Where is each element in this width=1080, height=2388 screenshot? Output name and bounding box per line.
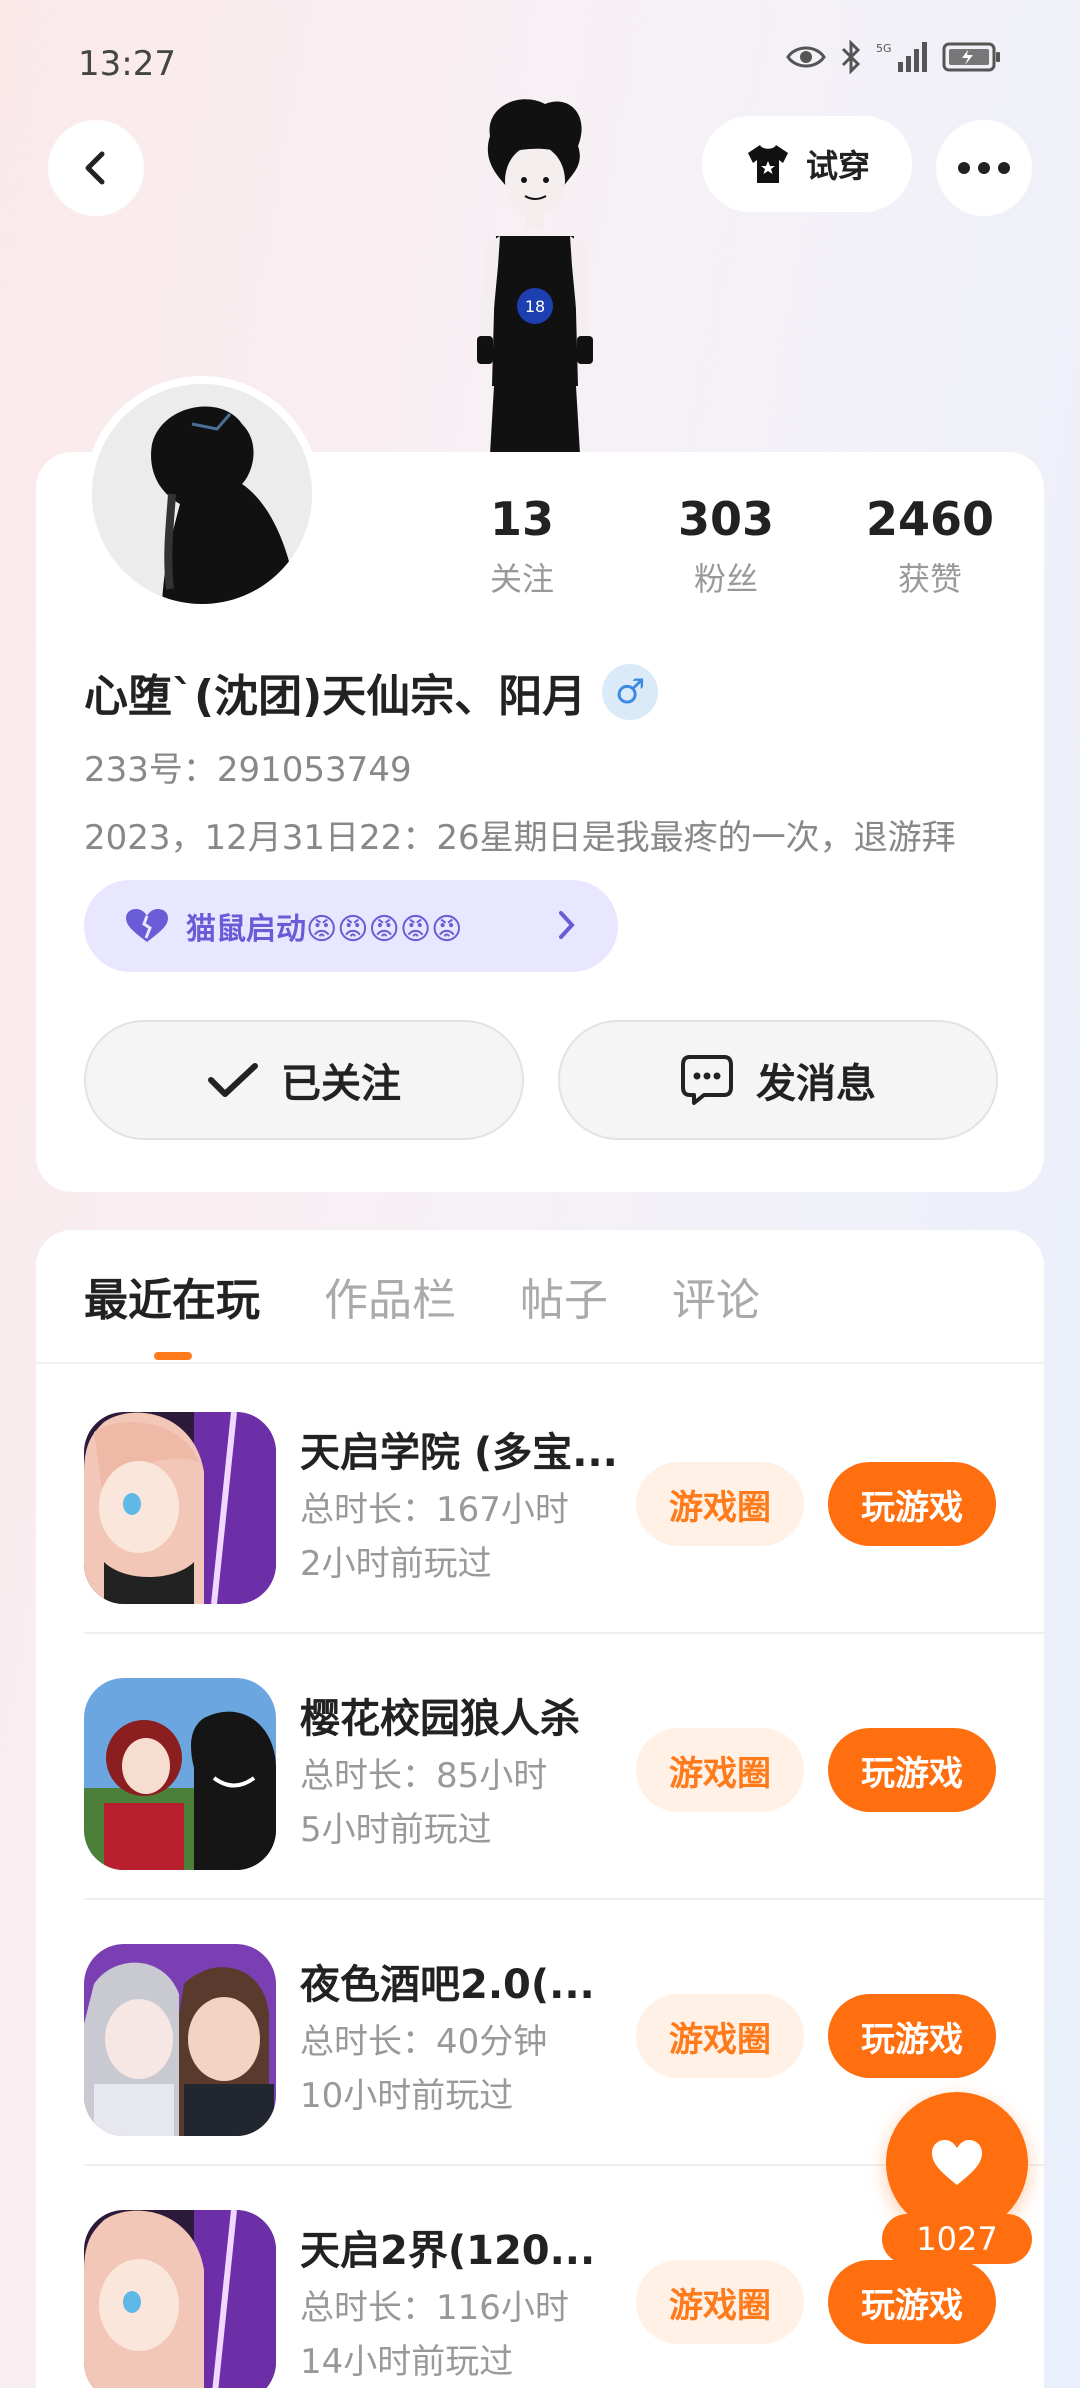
stat-likes-label: 获赞	[897, 560, 962, 598]
tab-recently-played[interactable]: 最近在玩	[84, 1264, 260, 1328]
chevron-left-icon	[85, 151, 105, 185]
heart-icon	[932, 2140, 982, 2185]
play-game-button[interactable]: 玩游戏	[828, 1728, 996, 1812]
game-icon-image	[84, 1944, 276, 2136]
game-circle-button[interactable]: 游戏圈	[636, 1728, 804, 1812]
stat-likes[interactable]: 2460 获赞	[840, 492, 1020, 600]
guild-tag-pill[interactable]: 猫鼠启动😡😡😡😡😡	[84, 880, 618, 972]
game-duration: 总时长：40分钟	[300, 2022, 548, 2062]
tabs-divider	[36, 1362, 1044, 1364]
user-avatar[interactable]	[84, 376, 320, 612]
game-icon-image	[84, 2210, 276, 2388]
profile-tabs: 最近在玩 作品栏 帖子 评论	[84, 1264, 760, 1328]
status-icons: 5G	[786, 40, 1002, 74]
followed-label: 已关注	[281, 1061, 401, 1107]
game-name: 夜色酒吧2.0(...	[300, 1962, 595, 2008]
followed-button[interactable]: 已关注	[84, 1020, 524, 1140]
game-last-played: 14小时前玩过	[300, 2342, 514, 2382]
game-duration: 总时长：116小时	[300, 2288, 569, 2328]
avatar-silhouette-image	[92, 384, 312, 604]
like-floating-button[interactable]	[886, 2092, 1028, 2234]
game-duration: 总时长：167小时	[300, 1490, 569, 1530]
username-row: 心堕`(沈团)天仙宗、阳月 ♂	[84, 660, 659, 724]
svg-text:5G: 5G	[876, 42, 892, 55]
stat-fans-count: 303	[677, 492, 775, 546]
username: 心堕`(沈团)天仙宗、阳月	[84, 671, 587, 722]
tab-active-indicator	[154, 1352, 192, 1360]
game-icon-image	[84, 1678, 276, 1870]
game-circle-button[interactable]: 游戏圈	[636, 2260, 804, 2344]
message-label: 发消息	[756, 1061, 876, 1107]
guild-tag-label: 猫鼠启动😡😡😡😡😡	[186, 912, 463, 947]
back-button[interactable]	[48, 120, 144, 216]
bluetooth-icon	[841, 40, 861, 74]
tshirt-icon	[747, 145, 788, 183]
game-last-played: 10小时前玩过	[300, 2076, 514, 2116]
play-game-button[interactable]: 玩游戏	[828, 1462, 996, 1546]
more-dots-icon	[958, 162, 1010, 174]
game-circle-button[interactable]: 游戏圈	[636, 1462, 804, 1546]
game-name: 樱花校园狼人杀	[300, 1696, 580, 1742]
tab-posts[interactable]: 帖子	[520, 1264, 608, 1328]
stat-following[interactable]: 13 关注	[432, 492, 612, 600]
tab-works[interactable]: 作品栏	[324, 1264, 456, 1328]
try-on-label: 试穿	[805, 147, 870, 185]
avatar-figure-illustration: 18	[460, 96, 610, 454]
stat-fans[interactable]: 303 粉丝	[636, 492, 816, 600]
try-on-button[interactable]: 试穿	[702, 116, 912, 212]
user-id: 233号：291053749	[84, 750, 412, 790]
game-name: 天启学院 (多宝...	[300, 1430, 618, 1476]
check-icon	[208, 1063, 258, 1097]
game-row[interactable]: 天启学院 (多宝... 总时长：167小时 2小时前玩过 游戏圈 玩游戏	[84, 1368, 1044, 1634]
message-button[interactable]: 发消息	[558, 1020, 998, 1140]
stat-fans-label: 粉丝	[693, 560, 758, 598]
tab-comments[interactable]: 评论	[672, 1264, 760, 1328]
status-time: 13:27	[78, 44, 176, 84]
more-button[interactable]	[936, 120, 1032, 216]
stat-following-count: 13	[489, 492, 554, 546]
heart-icon	[126, 909, 168, 942]
chat-bubble-icon	[681, 1055, 733, 1105]
play-game-button[interactable]: 玩游戏	[828, 1994, 996, 2078]
play-game-button[interactable]: 玩游戏	[828, 2260, 996, 2344]
game-last-played: 5小时前玩过	[300, 1810, 492, 1850]
game-circle-button[interactable]: 游戏圈	[636, 1994, 804, 2078]
chevron-right-icon	[559, 911, 575, 939]
game-last-played: 2小时前玩过	[300, 1544, 492, 1584]
battery-icon	[942, 42, 1000, 72]
stat-likes-count: 2460	[865, 492, 995, 546]
stat-following-label: 关注	[489, 560, 554, 598]
signal-icon: 5G	[876, 42, 927, 72]
gender-male-icon: ♂	[602, 664, 659, 720]
svg-text:18: 18	[525, 297, 545, 316]
like-count-badge: 1027	[882, 2214, 1032, 2264]
game-duration: 总时长：85小时	[300, 1756, 548, 1796]
user-bio: 2023，12月31日22：26星期日是我最疼的一次，退游拜	[84, 818, 956, 858]
game-row[interactable]: 樱花校园狼人杀 总时长：85小时 5小时前玩过 游戏圈 玩游戏	[84, 1634, 1044, 1900]
game-icon-image	[84, 1412, 276, 1604]
eye-icon	[786, 46, 826, 68]
game-name: 天启2界(120...	[300, 2228, 596, 2274]
